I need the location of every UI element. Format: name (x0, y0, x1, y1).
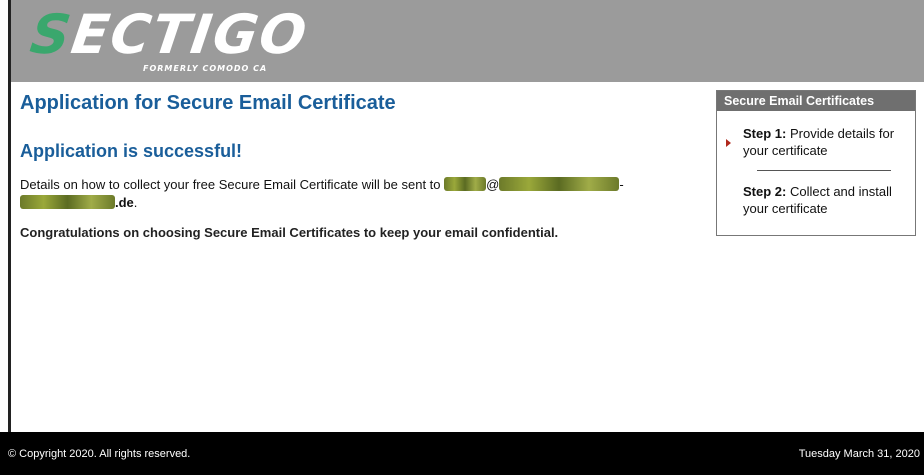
footer: © Copyright 2020. All rights reserved. T… (0, 432, 924, 475)
steps-panel: Secure Email Certificates Step 1: Provid… (716, 90, 916, 236)
step-1-label: Step 1: (743, 126, 787, 141)
details-prefix: Details on how to collect your free Secu… (20, 177, 441, 192)
email-at: @ (486, 177, 500, 192)
logo-word: ECTIGO (67, 3, 313, 66)
step-1: Step 1: Provide details for your certifi… (743, 125, 911, 159)
redacted-email-user (444, 177, 487, 191)
sectigo-logo[interactable]: SECTIGO FORMERLY COMODO CA (27, 3, 312, 76)
steps-divider (757, 170, 891, 171)
footer-date: Tuesday March 31, 2020 (798, 448, 920, 460)
details-text: Details on how to collect your free Secu… (20, 177, 624, 210)
redacted-email-domain-2 (20, 195, 115, 209)
success-heading: Application is successful! (20, 141, 243, 161)
header-bar: SECTIGO FORMERLY COMODO CA (11, 0, 924, 82)
main-content: Application for Secure Email Certificate… (20, 90, 700, 242)
steps-panel-title: Secure Email Certificates (717, 91, 915, 111)
email-domain-suffix: .de (115, 195, 134, 210)
copyright-text: © Copyright 2020. All rights reserved. (8, 448, 191, 460)
redacted-email-domain (499, 177, 620, 191)
details-end: . (133, 195, 138, 210)
logo-wordmark: SECTIGO (27, 3, 313, 66)
current-step-arrow-icon (726, 139, 731, 147)
page-title: Application for Secure Email Certificate (20, 92, 396, 114)
page: SECTIGO FORMERLY COMODO CA Application f… (0, 0, 924, 475)
step-2-label: Step 2: (743, 184, 787, 199)
logo-subtitle: FORMERLY COMODO CA (143, 64, 268, 73)
step-2: Step 2: Collect and install your certifi… (743, 183, 911, 217)
congratulations-text: Congratulations on choosing Secure Email… (20, 225, 559, 240)
